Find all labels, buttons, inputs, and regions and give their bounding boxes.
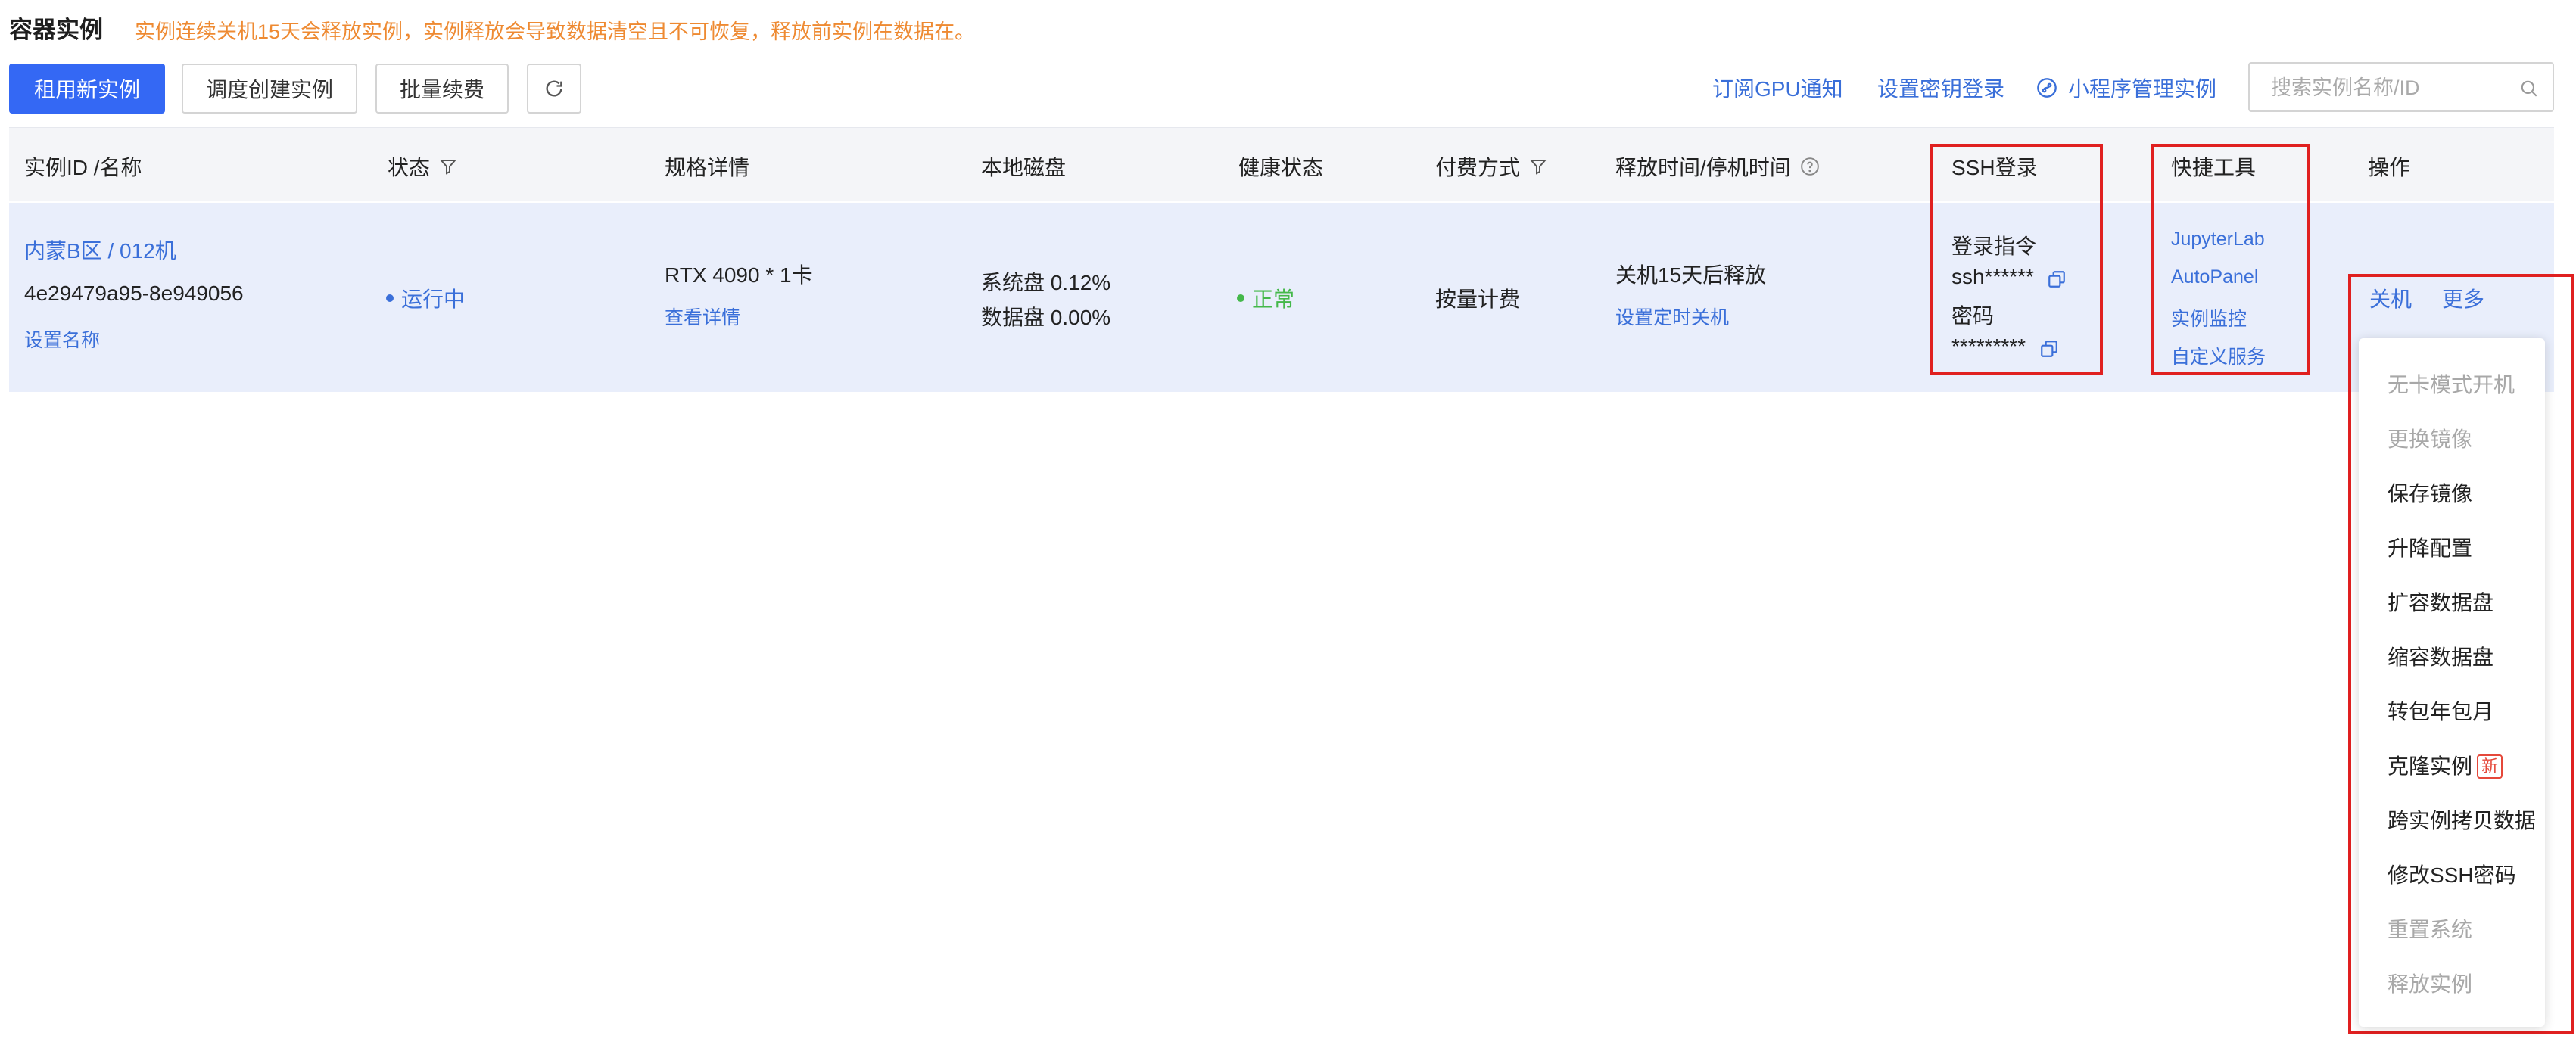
- col-release-time-label: 释放时间/停机时间: [1615, 156, 1791, 179]
- col-release-time: 释放时间/停机时间: [1615, 151, 1820, 182]
- miniprogram-manage-link[interactable]: 小程序管理实例: [2036, 73, 2216, 103]
- menu-item-convert-monthly[interactable]: 转包年包月: [2388, 695, 2493, 726]
- menu-item-no-gpu-boot[interactable]: 无卡模式开机: [2388, 369, 2515, 399]
- col-status-label: 状态: [388, 156, 431, 179]
- schedule-create-instance-button[interactable]: 调度创建实例: [182, 64, 357, 114]
- view-details-link[interactable]: 查看详情: [665, 303, 740, 330]
- new-badge: 新: [2477, 754, 2503, 779]
- menu-item-change-config[interactable]: 升降配置: [2388, 532, 2472, 562]
- menu-item-save-image[interactable]: 保存镜像: [2388, 477, 2472, 508]
- schedule-shutdown-link[interactable]: 设置定时关机: [1615, 303, 1729, 330]
- ssh-highlight-box: [1930, 144, 2103, 375]
- subscribe-gpu-notify-link[interactable]: 订阅GPU通知: [1712, 73, 1843, 103]
- batch-renew-button[interactable]: 批量续费: [375, 64, 509, 114]
- billing-filter-icon[interactable]: [1529, 157, 1547, 176]
- instance-region-name[interactable]: 内蒙B区 / 012机: [24, 235, 176, 265]
- menu-item-reset-system[interactable]: 重置系统: [2388, 913, 2472, 944]
- health-status: 正常: [1237, 283, 1294, 313]
- col-spec: 规格详情: [665, 156, 750, 179]
- miniprogram-icon: [2037, 78, 2057, 98]
- col-health: 健康状态: [1238, 156, 1324, 179]
- help-icon[interactable]: [1800, 157, 1820, 176]
- search-icon[interactable]: [2519, 79, 2539, 98]
- col-disk: 本地磁盘: [981, 156, 1067, 179]
- tools-highlight-box: [2151, 144, 2310, 375]
- menu-item-change-image[interactable]: 更换镜像: [2388, 423, 2472, 453]
- system-disk-usage: 系统盘 0.12%: [981, 271, 1111, 294]
- gpu-spec: RTX 4090 * 1卡: [665, 263, 813, 287]
- status-running: 运行中: [386, 283, 465, 313]
- clone-instance-label: 克隆实例: [2388, 754, 2473, 778]
- refresh-icon: [546, 80, 562, 97]
- health-dot: [1237, 294, 1244, 302]
- rent-new-instance-button[interactable]: 租用新实例: [9, 64, 165, 114]
- release-info: 关机15天后释放: [1615, 263, 1767, 287]
- miniprogram-manage-label: 小程序管理实例: [2068, 77, 2217, 101]
- col-status: 状态: [388, 151, 457, 182]
- menu-item-release-instance[interactable]: 释放实例: [2388, 968, 2472, 998]
- page-title: 容器实例: [9, 17, 103, 43]
- col-actions: 操作: [2368, 156, 2411, 179]
- billing-type: 按量计费: [1435, 288, 1521, 311]
- set-key-login-link[interactable]: 设置密钥登录: [1877, 73, 2004, 103]
- menu-item-shrink-disk[interactable]: 缩容数据盘: [2388, 641, 2493, 671]
- instance-id: 4e29479a95-8e949056: [24, 281, 244, 305]
- status-filter-icon[interactable]: [439, 157, 457, 176]
- refresh-button[interactable]: [527, 64, 581, 114]
- search-box: [2248, 62, 2554, 112]
- health-label: 正常: [1252, 288, 1295, 311]
- set-name-link[interactable]: 设置名称: [24, 325, 100, 353]
- menu-item-expand-disk[interactable]: 扩容数据盘: [2388, 586, 2493, 617]
- status-dot: [386, 294, 394, 302]
- search-input[interactable]: [2271, 74, 2498, 101]
- col-billing: 付费方式: [1435, 151, 1547, 182]
- status-label: 运行中: [401, 288, 466, 311]
- more-dropdown-items: 无卡模式开机 更换镜像 保存镜像 升降配置 扩容数据盘 缩容数据盘 转包年包月 …: [2359, 338, 2545, 1027]
- menu-item-cross-copy-data[interactable]: 跨实例拷贝数据: [2388, 804, 2536, 835]
- col-id-name: 实例ID /名称: [24, 156, 142, 179]
- release-warning-notice: 实例连续关机15天会释放实例，实例释放会导致数据清空且不可恢复，释放前实例在数据…: [135, 20, 976, 43]
- col-billing-label: 付费方式: [1435, 156, 1521, 179]
- menu-item-change-ssh-password[interactable]: 修改SSH密码: [2388, 859, 2516, 889]
- data-disk-usage: 数据盘 0.00%: [981, 306, 1111, 329]
- menu-item-clone-instance[interactable]: 克隆实例新: [2388, 750, 2503, 780]
